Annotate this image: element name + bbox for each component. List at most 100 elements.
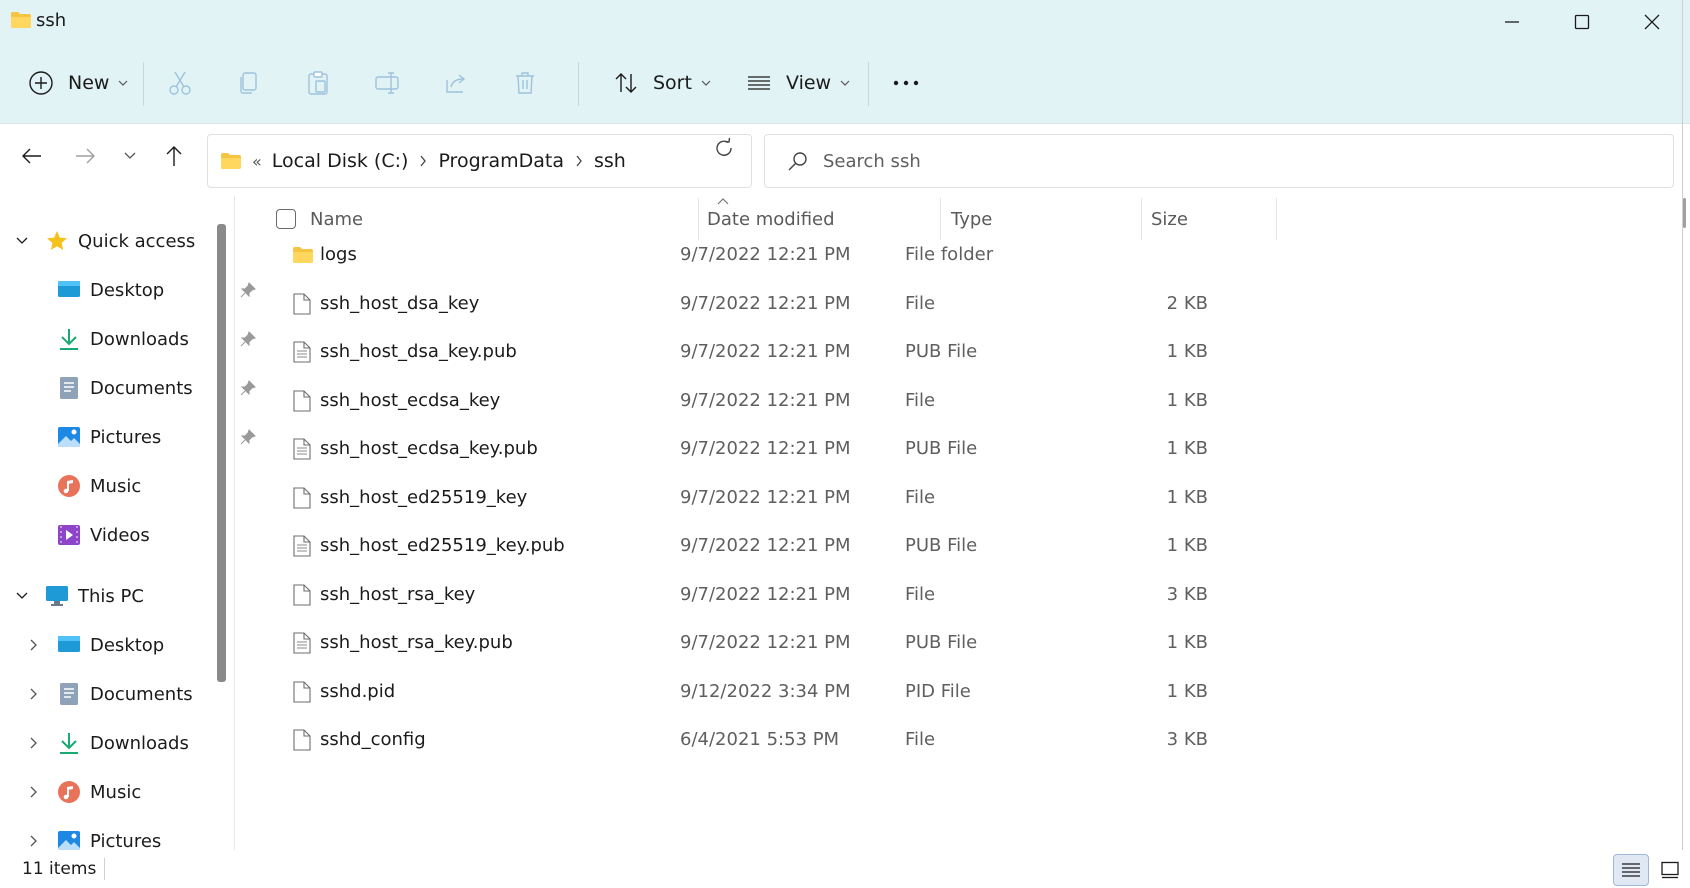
table-row[interactable]: sshd_config 6/4/2021 5:53 PM File 3 KB xyxy=(260,716,1490,763)
sidebar-item-label: Music xyxy=(90,475,142,497)
downloads-icon xyxy=(56,326,82,352)
file-size: 3 KB xyxy=(1166,583,1208,605)
maximize-button[interactable] xyxy=(1547,0,1617,44)
column-header-label: Size xyxy=(1151,208,1188,230)
table-row[interactable]: ssh_host_ecdsa_key.pub 9/7/2022 12:21 PM P… xyxy=(260,425,1490,472)
select-all-checkbox[interactable] xyxy=(276,209,296,229)
sidebar-scrollbar-thumb[interactable] xyxy=(217,224,226,682)
file-size: 1 KB xyxy=(1166,389,1208,411)
table-row[interactable]: logs 9/7/2022 12:21 PM File folder xyxy=(260,231,1490,278)
sidebar-item-quick-access[interactable]: Quick access xyxy=(44,219,195,263)
sort-button[interactable]: Sort xyxy=(613,60,712,106)
more-options-button[interactable] xyxy=(892,60,920,106)
chevron-right-icon[interactable] xyxy=(419,155,427,167)
delete-button[interactable] xyxy=(502,60,548,106)
file-type: PUB File xyxy=(905,341,978,362)
refresh-button[interactable] xyxy=(712,136,736,164)
search-box[interactable] xyxy=(764,134,1674,188)
forward-button[interactable] xyxy=(65,136,105,176)
status-bar: 11 items xyxy=(0,850,1690,888)
chevron-right-icon xyxy=(30,786,37,798)
cut-button[interactable] xyxy=(157,60,203,106)
tiles-view-button[interactable] xyxy=(1652,854,1688,886)
sidebar-item-downloads[interactable]: Downloads xyxy=(56,317,256,361)
back-button[interactable] xyxy=(12,136,52,176)
pane-divider[interactable] xyxy=(234,196,235,850)
status-divider xyxy=(104,858,105,880)
file-size: 1 KB xyxy=(1166,341,1208,362)
file-name: ssh_host_dsa_key xyxy=(320,292,480,314)
breadcrumb-local-disk[interactable]: Local Disk (C:) xyxy=(272,150,409,172)
close-icon xyxy=(1644,14,1660,30)
table-row[interactable]: ssh_host_rsa_key 9/7/2022 12:21 PM File 3 K… xyxy=(260,571,1490,618)
breadcrumb-overflow[interactable]: « xyxy=(252,152,262,171)
file-date-modified: 9/7/2022 12:21 PM xyxy=(680,341,851,362)
table-row[interactable]: ssh_host_rsa_key.pub 9/7/2022 12:21 PM PUB… xyxy=(260,619,1490,666)
sidebar-item-music[interactable]: Music xyxy=(56,464,141,508)
file-list: Name Date modified Type Size logs 9/7/202… xyxy=(236,196,1690,850)
sidebar-item-label: Quick access xyxy=(78,230,196,252)
chevron-right-icon xyxy=(30,835,37,847)
rename-button[interactable] xyxy=(364,60,410,106)
table-row[interactable]: ssh_host_ecdsa_key 9/7/2022 12:21 PM File 1… xyxy=(260,377,1490,424)
toolbar-divider xyxy=(143,62,144,106)
expand-music[interactable] xyxy=(24,782,44,802)
file-type: File folder xyxy=(905,244,994,265)
view-button[interactable]: View xyxy=(746,60,851,106)
recent-locations-button[interactable] xyxy=(110,136,150,176)
file-icon xyxy=(293,680,313,705)
expand-pictures[interactable] xyxy=(24,831,44,851)
sidebar-item-label: Desktop xyxy=(90,634,165,656)
table-row[interactable]: ssh_host_ed25519_key.pub 9/7/2022 12:21 P… xyxy=(260,522,1490,569)
file-date-modified: 9/7/2022 12:21 PM xyxy=(680,535,851,556)
expand-downloads[interactable] xyxy=(24,733,44,753)
sidebar-item-videos[interactable]: Videos xyxy=(56,513,150,557)
share-button[interactable] xyxy=(433,60,479,106)
breadcrumb-ssh[interactable]: ssh xyxy=(594,150,626,172)
minimize-button[interactable] xyxy=(1477,0,1547,44)
file-date-modified: 9/7/2022 12:21 PM xyxy=(680,486,851,508)
sidebar-item-this-pc[interactable]: This PC xyxy=(44,574,144,618)
file-icon xyxy=(293,729,313,753)
folder-icon xyxy=(11,12,31,28)
chevron-down-icon xyxy=(840,80,850,86)
maximize-icon xyxy=(1574,14,1590,30)
pictures-icon xyxy=(56,424,82,450)
sidebar-item-pictures[interactable]: Pictures xyxy=(56,415,256,459)
file-date-modified: 9/12/2022 3:34 PM xyxy=(680,680,851,702)
breadcrumb-programdata[interactable]: ProgramData xyxy=(438,150,564,172)
table-row[interactable]: ssh_host_dsa_key.pub 9/7/2022 12:21 PM PUB… xyxy=(260,328,1490,375)
sidebar-item-pc-music[interactable]: Music xyxy=(56,770,141,814)
sidebar-item-desktop[interactable]: Desktop xyxy=(56,268,256,312)
sidebar-item-pc-documents[interactable]: Documents xyxy=(56,672,193,716)
command-bar: New Sort View xyxy=(0,44,1690,124)
up-button[interactable] xyxy=(154,136,194,176)
table-row[interactable]: ssh_host_dsa_key 9/7/2022 12:21 PM File 2 K… xyxy=(260,280,1490,327)
table-row[interactable]: sshd.pid 9/12/2022 3:34 PM PID File 1 KB xyxy=(260,668,1490,715)
collapse-this-pc[interactable] xyxy=(12,586,32,606)
file-explorer-window: ssh New Sort View « Local Disk (C:) Prog… xyxy=(0,0,1690,888)
file-size: 2 KB xyxy=(1166,292,1208,314)
search-input[interactable] xyxy=(823,150,1623,172)
address-bar[interactable]: « Local Disk (C:) ProgramData ssh xyxy=(207,134,884,188)
paste-button[interactable] xyxy=(295,60,341,106)
file-type: File xyxy=(905,583,936,605)
file-list-scrollbar-thumb[interactable] xyxy=(1683,198,1686,228)
folder-icon xyxy=(221,153,241,169)
table-row[interactable]: ssh_host_ed25519_key 9/7/2022 12:21 PM Fil… xyxy=(260,474,1490,521)
sidebar-item-pc-desktop[interactable]: Desktop xyxy=(56,623,164,667)
file-type: PID File xyxy=(905,680,971,702)
new-button[interactable]: New xyxy=(28,60,129,106)
file-name: ssh_host_ecdsa_key.pub xyxy=(320,438,538,459)
copy-button[interactable] xyxy=(226,60,272,106)
desktop-icon xyxy=(56,277,82,303)
details-view-button[interactable] xyxy=(1613,854,1649,886)
expand-desktop[interactable] xyxy=(24,635,44,655)
chevron-right-icon[interactable] xyxy=(575,155,583,167)
close-button[interactable] xyxy=(1617,0,1687,44)
expand-documents[interactable] xyxy=(24,684,44,704)
collapse-quick-access[interactable] xyxy=(12,231,32,251)
star-icon xyxy=(44,228,70,254)
sidebar-item-documents[interactable]: Documents xyxy=(56,366,256,410)
sidebar-item-pc-downloads[interactable]: Downloads xyxy=(56,721,189,765)
